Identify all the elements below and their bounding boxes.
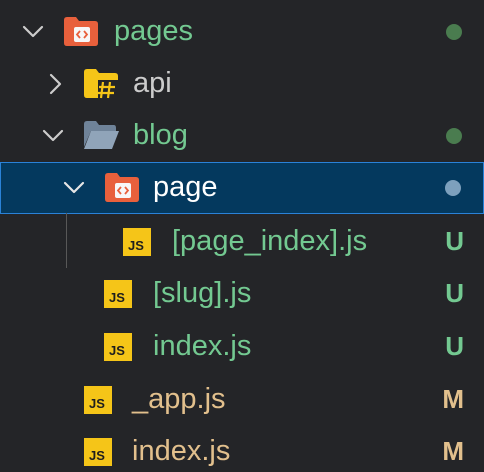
git-status-badge: M: [442, 436, 464, 466]
tree-item-blog-folder[interactable]: blog: [0, 110, 484, 162]
tree-item-label: [slug].js: [153, 277, 252, 309]
tree-item-page-index-file[interactable]: JS [page_index].js U: [0, 216, 484, 268]
js-file-icon: JS: [104, 333, 132, 361]
tree-item-pages-folder[interactable]: pages: [0, 6, 484, 58]
next-folder-icon: [103, 170, 141, 204]
js-file-icon: JS: [104, 280, 132, 308]
modified-indicator-dot: [446, 24, 462, 40]
file-explorer-tree: pages api blog page JS [page_index].js U…: [0, 0, 484, 472]
tree-item-slug-file[interactable]: JS [slug].js U: [0, 268, 484, 320]
folder-open-icon: [82, 118, 120, 152]
js-file-icon: JS: [123, 228, 151, 256]
git-status-badge: M: [442, 384, 464, 414]
tree-item-label: api: [133, 67, 172, 99]
modified-indicator-dot: [445, 180, 461, 196]
js-file-icon: JS: [84, 386, 112, 414]
tree-item-blog-index-file[interactable]: JS index.js U: [0, 321, 484, 373]
tree-item-page-folder[interactable]: page: [0, 162, 484, 214]
tree-item-app-file[interactable]: JS _app.js M: [0, 374, 484, 426]
tree-item-pages-index-file[interactable]: JS index.js M: [0, 426, 484, 472]
tree-item-label: blog: [133, 119, 188, 151]
tree-item-label: index.js: [132, 435, 231, 467]
tree-item-label: pages: [114, 15, 194, 47]
chevron-down-icon[interactable]: [40, 123, 66, 149]
git-status-badge: U: [445, 278, 464, 308]
chevron-down-icon[interactable]: [61, 175, 87, 201]
chevron-down-icon[interactable]: [20, 19, 46, 45]
tree-item-label: index.js: [153, 330, 252, 362]
git-status-badge: U: [445, 226, 464, 256]
git-status-badge: U: [445, 331, 464, 361]
js-file-icon: JS: [84, 438, 112, 466]
tree-item-label: page: [153, 171, 218, 203]
tree-item-label: _app.js: [132, 383, 226, 415]
chevron-right-icon[interactable]: [42, 71, 68, 97]
tree-item-label: [page_index].js: [172, 225, 368, 257]
modified-indicator-dot: [446, 128, 462, 144]
tree-item-api-folder[interactable]: api: [0, 58, 484, 110]
api-folder-icon: [82, 66, 120, 100]
next-folder-icon: [62, 14, 100, 48]
